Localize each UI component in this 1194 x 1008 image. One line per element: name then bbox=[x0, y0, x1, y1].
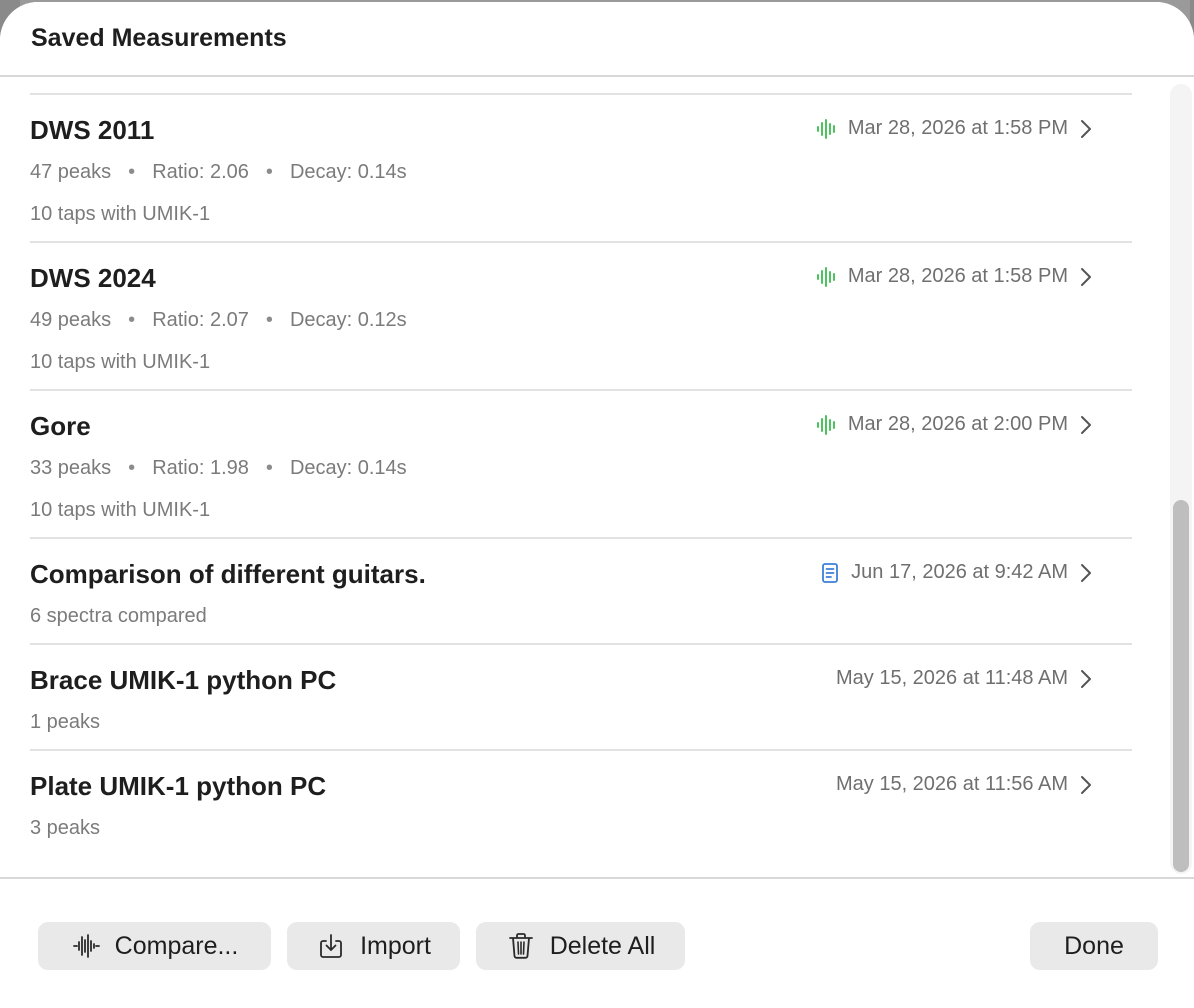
separator-dot: • bbox=[128, 457, 136, 479]
measurement-source: 10 taps with UMIK-1 bbox=[30, 203, 211, 225]
peaks-count: 33 peaks bbox=[30, 457, 112, 479]
measurement-stats: 3 peaks bbox=[30, 817, 100, 840]
measurement-name: DWS 2011 bbox=[30, 115, 155, 145]
import-button[interactable]: Import bbox=[287, 922, 460, 970]
separator-dot: • bbox=[128, 161, 136, 183]
measurement-date: Mar 28, 2026 at 2:00 PM bbox=[847, 413, 1068, 435]
decay-value: Decay: 0.12s bbox=[289, 309, 407, 331]
measurement-row-plate-umik[interactable]: Plate UMIK-1 python PC 3 peaks May 15, 2… bbox=[30, 751, 1132, 855]
measurement-row-comparison[interactable]: Comparison of different guitars. 6 spect… bbox=[30, 539, 1132, 645]
peaks-count: 3 peaks bbox=[30, 817, 101, 839]
measurement-row-dws-2011[interactable]: DWS 2011 47 peaks • Ratio: 2.06 • Decay: 0.1… bbox=[30, 95, 1132, 243]
delete-all-button-label: Delete All bbox=[549, 931, 656, 960]
measurement-date: Jun 17, 2026 at 9:42 AM bbox=[851, 561, 1068, 583]
chevron-right-icon[interactable] bbox=[1076, 775, 1096, 795]
measurement-name: DWS 2024 bbox=[30, 263, 156, 293]
import-button-label: Import bbox=[360, 931, 431, 960]
ratio-value: Ratio: 2.06 bbox=[152, 161, 249, 183]
chevron-right-icon[interactable] bbox=[1076, 267, 1096, 287]
measurement-date: May 15, 2026 at 11:56 AM bbox=[835, 773, 1068, 795]
measurement-date-group: Mar 28, 2026 at 1:58 PM bbox=[816, 117, 1068, 140]
waveform-icon bbox=[72, 934, 100, 958]
separator-dot: • bbox=[128, 309, 136, 331]
measurement-row-brace-umik[interactable]: Brace UMIK-1 python PC 1 peaks May 15, 2… bbox=[30, 645, 1132, 751]
measurement-date-group: May 15, 2026 at 11:48 AM bbox=[836, 667, 1068, 690]
measurement-row-dws-2024[interactable]: DWS 2024 49 peaks • Ratio: 2.07 • Decay: 0.1… bbox=[30, 243, 1132, 391]
measurement-row-gore[interactable]: Gore 33 peaks • Ratio: 1.98 • Decay: 0.14s 1… bbox=[30, 391, 1132, 539]
measurement-name: Plate UMIK-1 python PC bbox=[30, 771, 327, 801]
title-bar: Saved Measurements bbox=[0, 2, 1194, 77]
separator-dot: • bbox=[265, 309, 273, 331]
ratio-value: Ratio: 1.98 bbox=[152, 457, 249, 479]
chevron-right-icon[interactable] bbox=[1076, 669, 1096, 689]
import-icon bbox=[320, 934, 342, 958]
compare-button-label: Compare... bbox=[114, 931, 239, 960]
measurement-date: May 15, 2026 at 11:48 AM bbox=[835, 667, 1068, 689]
delete-all-button[interactable]: Delete All bbox=[476, 922, 685, 970]
measurement-date: Mar 28, 2026 at 1:58 PM bbox=[847, 265, 1068, 287]
measurement-stats: 47 peaks • Ratio: 2.06 • Decay: 0.14s bbox=[30, 161, 407, 184]
spectra-count: 6 spectra compared bbox=[30, 605, 207, 627]
scrollbar-thumb[interactable] bbox=[1173, 500, 1189, 872]
chevron-right-icon[interactable] bbox=[1076, 119, 1096, 139]
ratio-value: Ratio: 2.07 bbox=[152, 309, 249, 331]
measurement-date-group: Mar 28, 2026 at 1:58 PM bbox=[816, 265, 1068, 288]
chevron-right-icon[interactable] bbox=[1076, 563, 1096, 583]
compare-button[interactable]: Compare... bbox=[38, 922, 271, 970]
done-button[interactable]: Done bbox=[1030, 922, 1158, 970]
measurement-name: Gore bbox=[30, 411, 91, 441]
decay-value: Decay: 0.14s bbox=[289, 457, 407, 479]
measurement-stats: 1 peaks bbox=[30, 711, 100, 734]
sheet-title: Saved Measurements bbox=[31, 24, 287, 52]
measurement-source: 10 taps with UMIK-1 bbox=[30, 351, 211, 373]
waveform-icon bbox=[816, 118, 835, 139]
chevron-right-icon[interactable] bbox=[1076, 415, 1096, 435]
measurement-name: Comparison of different guitars. bbox=[30, 559, 426, 589]
decay-value: Decay: 0.14s bbox=[289, 161, 407, 183]
peaks-count: 1 peaks bbox=[30, 711, 101, 733]
trash-icon bbox=[508, 933, 533, 959]
saved-measurements-sheet: Saved Measurements DWS 2011 47 peaks • Rat… bbox=[0, 2, 1194, 1008]
measurement-date: Mar 28, 2026 at 1:58 PM bbox=[847, 117, 1068, 139]
measurement-stats: 33 peaks • Ratio: 1.98 • Decay: 0.14s bbox=[30, 457, 407, 480]
peaks-count: 49 peaks bbox=[30, 309, 112, 331]
separator-dot: • bbox=[265, 161, 273, 183]
measurement-date-group: Mar 28, 2026 at 2:00 PM bbox=[816, 413, 1068, 436]
measurement-source: 10 taps with UMIK-1 bbox=[30, 499, 211, 521]
measurement-list[interactable]: DWS 2011 47 peaks • Ratio: 2.06 • Decay: 0.1… bbox=[0, 77, 1168, 877]
waveform-icon bbox=[816, 266, 835, 287]
document-icon bbox=[822, 562, 839, 583]
measurement-name: Brace UMIK-1 python PC bbox=[30, 665, 337, 695]
measurement-date-group: May 15, 2026 at 11:56 AM bbox=[836, 773, 1068, 796]
done-button-label: Done bbox=[1064, 931, 1124, 960]
separator-dot: • bbox=[265, 457, 273, 479]
measurement-date-group: Jun 17, 2026 at 9:42 AM bbox=[819, 561, 1068, 584]
measurement-stats: 6 spectra compared bbox=[30, 605, 207, 628]
peaks-count: 47 peaks bbox=[30, 161, 112, 183]
footer-toolbar: Compare... Import Delete All Done bbox=[0, 877, 1194, 1008]
waveform-icon bbox=[816, 414, 835, 435]
measurement-stats: 49 peaks • Ratio: 2.07 • Decay: 0.12s bbox=[30, 309, 407, 332]
